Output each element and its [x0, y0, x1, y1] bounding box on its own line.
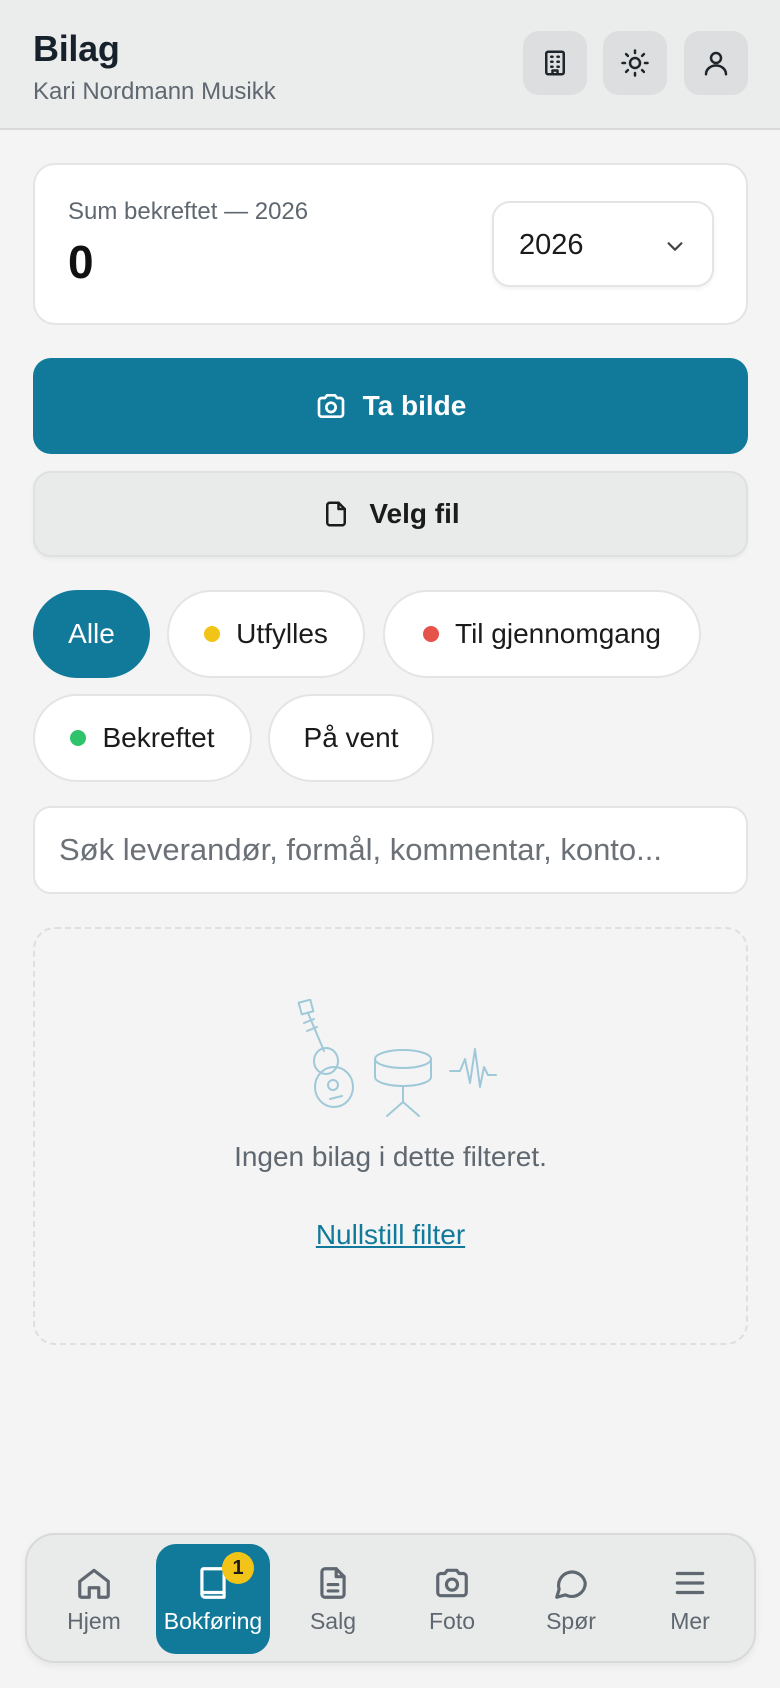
choose-file-button[interactable]: Velg fil [33, 471, 748, 557]
nav-item-label: Mer [670, 1607, 710, 1634]
year-select-value: 2026 [519, 229, 584, 261]
filter-chip-alle[interactable]: Alle [33, 590, 150, 678]
nav-item-label: Salg [309, 1607, 357, 1634]
theme-toggle-button[interactable] [603, 31, 667, 95]
year-select[interactable]: 2026 [492, 201, 714, 287]
choose-file-label: Velg fil [369, 498, 460, 529]
filter-chip-utfylles[interactable]: Utfylles [167, 590, 365, 678]
camera-icon [317, 394, 344, 418]
summary-card: Sum bekreftet — 2026 0 2026 [33, 163, 748, 325]
camera-icon [436, 1568, 468, 1597]
filter-chip-pa-vent[interactable]: På vent [268, 694, 434, 782]
page-title: Bilag [33, 28, 120, 69]
building-icon [545, 50, 565, 76]
nav-item-label: Bokføring [163, 1607, 263, 1634]
company-button[interactable] [523, 31, 587, 95]
nav-item-salg[interactable]: Salg [276, 1544, 390, 1654]
empty-state: Ingen bilag i dette filteret. Nullstill … [33, 927, 748, 1345]
nav-item-spor[interactable]: Spør [514, 1544, 628, 1654]
bottom-navigation: Hjem Bokføring 1 Salg Foto Spør Mer [25, 1533, 756, 1663]
filter-chip-bekreftet[interactable]: Bekreftet [33, 694, 252, 782]
summary-value: 0 [68, 236, 94, 288]
empty-state-message: Ingen bilag i dette filteret. [234, 1141, 547, 1172]
take-photo-label: Ta bilde [362, 390, 467, 421]
nav-item-mer[interactable]: Mer [633, 1544, 747, 1654]
nav-item-label: Foto [428, 1607, 476, 1634]
nav-item-label: Spør [546, 1607, 596, 1634]
nav-item-hjem[interactable]: Hjem [37, 1544, 151, 1654]
home-icon [78, 1568, 110, 1599]
reset-filter-link[interactable]: Nullstill filter [35, 1219, 746, 1251]
sun-icon [621, 49, 649, 77]
company-name: Kari Nordmann Musikk [33, 78, 276, 105]
notification-badge: 1 [222, 1552, 254, 1584]
nav-item-label: Hjem [67, 1607, 121, 1634]
chat-icon [555, 1570, 587, 1599]
menu-icon [675, 1571, 705, 1594]
nav-item-foto[interactable]: Foto [395, 1544, 509, 1654]
filter-chip-label: På vent [303, 722, 399, 753]
filter-chip-label: Til gjennomgang [455, 618, 661, 649]
summary-label: Sum bekreftet — 2026 [68, 198, 309, 225]
profile-button[interactable] [684, 31, 748, 95]
status-dot-red [423, 626, 439, 642]
filter-chip-til-gjennomgang[interactable]: Til gjennomgang [383, 590, 701, 678]
file-icon [326, 501, 347, 527]
chevron-down-icon [667, 242, 683, 251]
app-header: Bilag Kari Nordmann Musikk [0, 0, 780, 130]
nav-item-bokforing[interactable]: Bokføring 1 [156, 1544, 270, 1654]
status-dot-green [70, 730, 87, 746]
status-dot-yellow [204, 626, 221, 642]
take-photo-button[interactable]: Ta bilde [33, 358, 748, 454]
filter-chip-label: Bekreftet [102, 722, 215, 753]
search-input[interactable] [33, 806, 748, 894]
document-icon [320, 1566, 346, 1599]
music-instruments-illustration [290, 998, 500, 1139]
user-icon [704, 51, 728, 76]
filter-chip-label: Utfylles [236, 618, 328, 649]
filter-chip-label: Alle [68, 618, 115, 649]
